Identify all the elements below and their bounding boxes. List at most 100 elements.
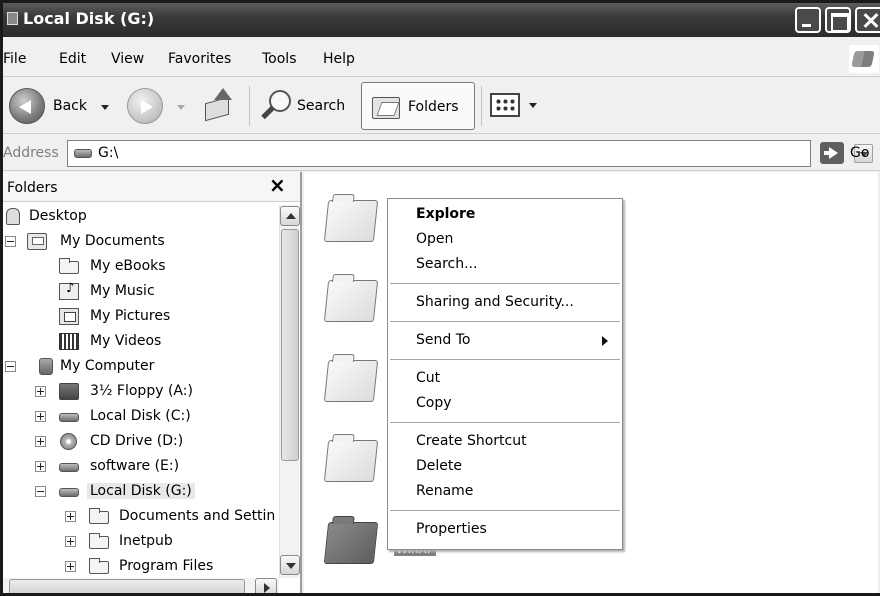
context-menu-open[interactable]: Open <box>416 231 453 247</box>
tree-item-label: 3½ Floppy (A:) <box>90 383 193 399</box>
folder-icon[interactable] <box>323 200 379 242</box>
menu-file[interactable]: File <box>3 51 26 67</box>
go-arrow-icon[interactable] <box>820 142 844 164</box>
close-window-button[interactable] <box>855 7 880 33</box>
selected-folder-icon[interactable] <box>323 522 379 564</box>
tree-item-floppy-a[interactable]: 3½ Floppy (A:) <box>3 380 279 405</box>
menu-separator <box>390 321 620 322</box>
folders-vertical-scrollbar[interactable] <box>279 205 300 578</box>
collapse-icon[interactable] <box>5 361 16 372</box>
tree-item-program-files[interactable]: Program Files <box>3 555 279 577</box>
desktop-icon <box>6 208 20 225</box>
scroll-up-arrow-icon[interactable] <box>280 206 300 226</box>
menu-favorites[interactable]: Favorites <box>168 51 231 67</box>
tree-item-label: My Videos <box>90 333 162 349</box>
views-dropdown-arrow-icon[interactable] <box>529 103 537 108</box>
maximize-button[interactable] <box>825 7 851 33</box>
context-menu-send-to[interactable]: Send To <box>416 332 470 348</box>
tree-item-label: CD Drive (D:) <box>90 433 184 449</box>
address-input[interactable]: G:\ <box>67 140 873 167</box>
context-menu-copy[interactable]: Copy <box>416 395 452 411</box>
hard-disk-icon <box>59 488 79 497</box>
tree-item-cd-drive-d[interactable]: CD Drive (D:) <box>3 430 279 455</box>
tree-item-my-pictures[interactable]: My Pictures <box>3 305 279 330</box>
forward-dropdown-arrow-icon[interactable] <box>177 105 185 110</box>
menu-separator <box>390 359 620 360</box>
back-arrow-icon[interactable] <box>9 88 45 124</box>
back-dropdown-arrow-icon[interactable] <box>101 105 109 110</box>
context-menu-rename[interactable]: Rename <box>416 483 473 499</box>
tree-item-my-music[interactable]: My Music <box>3 280 279 305</box>
expand-icon[interactable] <box>65 511 76 522</box>
menu-edit[interactable]: Edit <box>59 51 86 67</box>
tree-item-desktop[interactable]: Desktop <box>3 205 279 230</box>
tree-item-my-ebooks[interactable]: My eBooks <box>3 255 279 280</box>
tree-item-label: Inetpub <box>119 533 173 549</box>
tree-item-label: Documents and Settin <box>119 508 276 524</box>
tree-item-local-disk-c[interactable]: Local Disk (C:) <box>3 405 279 430</box>
menu-separator <box>390 283 620 284</box>
up-folder-icon[interactable] <box>203 88 235 122</box>
window-icon[interactable] <box>7 12 18 25</box>
context-menu-properties[interactable]: Properties <box>416 521 487 537</box>
menu-view[interactable]: View <box>111 51 144 67</box>
toolbar-separator <box>249 86 250 126</box>
cd-drive-icon <box>60 433 77 450</box>
tree-item-local-disk-g[interactable]: Local Disk (G:) <box>3 480 279 505</box>
search-button-label[interactable]: Search <box>297 98 345 114</box>
folder-icon[interactable] <box>323 440 379 482</box>
collapse-icon[interactable] <box>35 486 46 497</box>
context-menu-cut[interactable]: Cut <box>416 370 440 386</box>
minimize-button[interactable] <box>795 7 821 33</box>
tree-item-label: Program Files <box>119 558 214 574</box>
go-button-label[interactable]: Go <box>850 145 869 161</box>
horizontal-scroll-thumb[interactable] <box>9 579 245 593</box>
expand-icon[interactable] <box>35 461 46 472</box>
folder-icon <box>59 258 79 274</box>
computer-icon <box>39 358 53 375</box>
tree-item-label: Local Disk (C:) <box>90 408 191 424</box>
tree-item-documents-and-settings[interactable]: Documents and Settin <box>3 505 279 530</box>
scroll-down-arrow-icon[interactable] <box>280 555 300 575</box>
views-icon[interactable] <box>490 93 520 117</box>
folders-horizontal-scrollbar[interactable] <box>3 578 279 593</box>
collapse-icon[interactable] <box>5 236 16 247</box>
tree-item-my-computer[interactable]: My Computer <box>3 355 279 380</box>
close-pane-icon[interactable]: × <box>269 173 286 197</box>
expand-icon[interactable] <box>35 411 46 422</box>
back-button-label[interactable]: Back <box>53 98 87 114</box>
windows-logo-icon <box>849 45 879 73</box>
expand-icon[interactable] <box>65 561 76 572</box>
title-bar[interactable]: Local Disk (G:) <box>3 3 880 37</box>
context-menu-search[interactable]: Search... <box>416 256 477 272</box>
context-menu-create-shortcut[interactable]: Create Shortcut <box>416 433 527 449</box>
explorer-window: Local Disk (G:) File Edit View Favorites… <box>0 0 880 596</box>
expand-icon[interactable] <box>65 536 76 547</box>
folder-icon[interactable] <box>323 360 379 402</box>
floppy-drive-icon <box>59 383 79 400</box>
search-magnifier-icon[interactable] <box>259 88 293 122</box>
expand-icon[interactable] <box>35 436 46 447</box>
tree-item-my-videos[interactable]: My Videos <box>3 330 279 355</box>
forward-arrow-icon[interactable] <box>127 88 163 124</box>
menu-help[interactable]: Help <box>323 51 355 67</box>
expand-icon[interactable] <box>35 386 46 397</box>
videos-folder-icon <box>59 333 79 350</box>
folder-icon[interactable] <box>323 280 379 322</box>
menu-separator <box>390 422 620 423</box>
scroll-thumb[interactable] <box>281 229 299 461</box>
menu-tools[interactable]: Tools <box>262 51 297 67</box>
folder-icon <box>89 508 109 524</box>
context-menu-sharing-security[interactable]: Sharing and Security... <box>416 294 574 310</box>
tree-item-my-documents[interactable]: My Documents <box>3 230 279 255</box>
context-menu-delete[interactable]: Delete <box>416 458 462 474</box>
folder-icon <box>89 533 109 549</box>
address-value[interactable]: G:\ <box>98 145 118 161</box>
tree-item-software-e[interactable]: software (E:) <box>3 455 279 480</box>
folders-button[interactable]: Folders <box>361 82 475 130</box>
scroll-right-arrow-icon[interactable] <box>255 578 277 593</box>
tree-item-label: My Computer <box>60 358 155 374</box>
tree-item-inetpub[interactable]: Inetpub <box>3 530 279 555</box>
context-menu-explore[interactable]: Explore <box>416 206 475 222</box>
folders-pane: Folders × Desktop My Documents My eBooks… <box>3 172 302 593</box>
